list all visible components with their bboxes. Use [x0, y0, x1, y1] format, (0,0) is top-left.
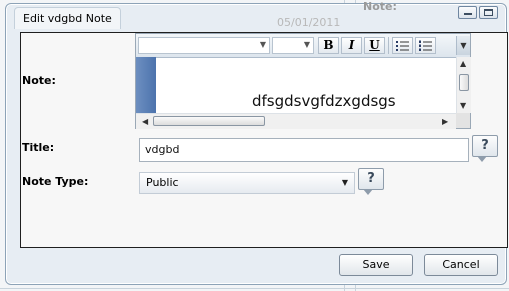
scroll-up-icon[interactable]: ▲ [460, 59, 466, 68]
note-type-dropdown[interactable]: Public ▼ [139, 172, 355, 194]
bold-button[interactable]: B [318, 37, 339, 54]
background-divider [0, 288, 509, 289]
toolbar-separator [388, 37, 389, 54]
chevron-down-icon: ▼ [341, 178, 348, 187]
background-note-label: Note: [363, 0, 397, 13]
save-button[interactable]: Save [339, 254, 413, 276]
chevron-down-icon: ▼ [259, 40, 266, 49]
italic-button[interactable]: I [341, 37, 362, 54]
note-type-help-button[interactable]: ? [358, 168, 384, 195]
underline-button[interactable]: U [364, 37, 385, 54]
horizontal-scrollbar[interactable]: ◀ ▶ [136, 113, 456, 129]
note-label: Note: [22, 74, 56, 87]
font-size-dropdown[interactable]: ▼ [272, 37, 314, 54]
editor-gutter [136, 57, 156, 113]
dialog-title: Edit vdgbd Note [14, 7, 121, 29]
minimize-button[interactable] [458, 6, 477, 19]
scrollbar-corner [456, 113, 470, 128]
note-type-label: Note Type: [22, 175, 89, 188]
note-editor[interactable]: ▼ ▼ B I U ▼ dfsgdsvgfdzxgdsgs ▲ ▼ ◀ ▶ [135, 33, 471, 129]
numbered-list-icon [419, 40, 432, 51]
vertical-scrollbar[interactable]: ▲ ▼ [456, 57, 471, 113]
minimize-icon [464, 13, 472, 15]
note-editor-text-area[interactable]: dfsgdsvgfdzxgdsgs [156, 57, 456, 113]
vertical-scroll-thumb[interactable] [459, 74, 469, 91]
edit-note-dialog: 05/01/2011 Note: Edit vdgbd Note Note: ▼… [5, 0, 508, 285]
editor-toolbar: ▼ ▼ B I U ▼ [136, 34, 470, 58]
maximize-icon [484, 9, 493, 16]
chevron-down-icon: ▼ [460, 41, 467, 50]
title-label: Title: [22, 141, 55, 154]
maximize-button[interactable] [479, 6, 498, 19]
toolbar-overflow-button[interactable]: ▼ [456, 36, 470, 55]
note-type-selected: Public [146, 176, 179, 189]
cancel-button[interactable]: Cancel [424, 254, 498, 276]
title-help-button[interactable]: ? [472, 135, 498, 162]
bulleted-list-icon [396, 41, 409, 51]
title-input[interactable]: vdgbd [139, 138, 469, 162]
font-family-dropdown[interactable]: ▼ [138, 37, 270, 54]
bulleted-list-button[interactable] [392, 37, 413, 54]
numbered-list-button[interactable] [415, 37, 436, 54]
scroll-down-icon[interactable]: ▼ [460, 101, 466, 110]
window-controls [458, 6, 498, 19]
note-content: dfsgdsvgfdzxgdsgs [252, 92, 396, 110]
horizontal-scroll-thumb[interactable] [153, 116, 265, 126]
background-date: 05/01/2011 [277, 16, 341, 29]
scroll-left-icon[interactable]: ◀ [142, 117, 148, 126]
chevron-down-icon: ▼ [303, 40, 310, 49]
scroll-right-icon[interactable]: ▶ [442, 117, 448, 126]
